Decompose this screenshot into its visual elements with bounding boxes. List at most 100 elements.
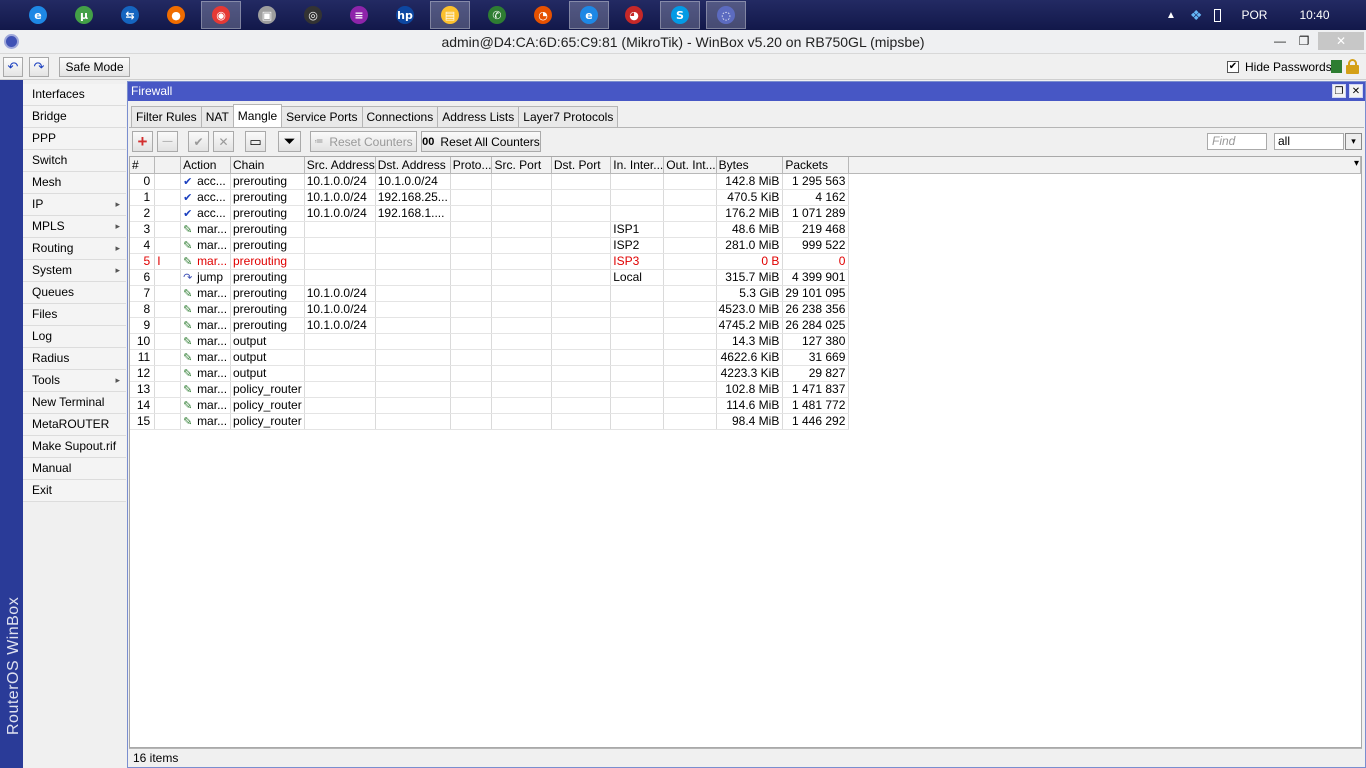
column-header[interactable] (154, 157, 182, 174)
column-header[interactable]: Packets (782, 157, 850, 174)
add-rule-button[interactable]: + (132, 131, 153, 152)
safe-mode-button[interactable]: Safe Mode (59, 57, 130, 77)
firewall-restore-button[interactable]: ❐ (1332, 84, 1346, 98)
find-input[interactable]: Find (1207, 133, 1267, 150)
taskbar-app[interactable]: ◉ (201, 1, 241, 29)
tab-mangle[interactable]: Mangle (232, 104, 283, 127)
enable-rule-button[interactable]: ✔ (188, 131, 209, 152)
menu-item-manual[interactable]: Manual (23, 458, 126, 480)
menu-item-system[interactable]: System ▸ (23, 260, 126, 282)
taskbar-app[interactable]: e (569, 1, 609, 29)
tab-layer7-protocols[interactable]: Layer7 Protocols (518, 106, 619, 127)
menu-item-make-supout-rif[interactable]: Make Supout.rif (23, 436, 126, 458)
column-header[interactable]: Chain (230, 157, 305, 174)
taskbar-app[interactable]: ▤ (430, 1, 470, 29)
menu-item-interfaces[interactable]: Interfaces (23, 84, 126, 106)
taskbar-app[interactable]: ◎ (293, 1, 333, 29)
remove-rule-button[interactable]: — (157, 131, 178, 152)
menu-item-switch[interactable]: Switch (23, 150, 126, 172)
menu-item-routing[interactable]: Routing ▸ (23, 238, 126, 260)
column-header[interactable]: Src. Address (304, 157, 376, 174)
column-header[interactable]: In. Inter... (610, 157, 665, 174)
taskbar-app[interactable]: µ (64, 1, 104, 29)
reset-counters-button[interactable]: ≔ Reset Counters (310, 131, 417, 152)
filter-select-arrow[interactable]: ▾ (1345, 133, 1362, 150)
table-row[interactable]: 13 ✎ mar... policy_router 102.8 MiB 1 471 837 (130, 381, 1361, 398)
taskbar-app[interactable]: ◌ (706, 1, 746, 29)
taskbar-app[interactable]: ◕ (614, 1, 654, 29)
menu-item-queues[interactable]: Queues (23, 282, 126, 304)
menu-item-radius[interactable]: Radius (23, 348, 126, 370)
table-row[interactable]: 5 I ✎ mar... prerouting ISP3 0 B0 (130, 253, 1361, 270)
tray-expand-icon[interactable]: ▲ (1166, 10, 1176, 21)
tab-connections[interactable]: Connections (361, 106, 439, 127)
table-row[interactable]: 1 ✔ acc... prerouting 10.1.0.0/24 192.168.25.… (130, 189, 1361, 206)
filter-button[interactable]: ⏷ (278, 131, 301, 152)
taskbar-app[interactable]: ≡ (339, 1, 379, 29)
menu-item-exit[interactable]: Exit (23, 480, 126, 502)
battery-icon[interactable] (1214, 8, 1222, 22)
column-header[interactable]: Src. Port (491, 157, 552, 174)
taskbar-app[interactable]: ⇆ (110, 1, 150, 29)
table-row[interactable]: 15 ✎ mar... policy_router 98.4 MiB 1 446 292 (130, 413, 1361, 430)
table-row[interactable]: 7 ✎ mar... prerouting 10.1.0.0/24 5.3 GiB 29 1… (130, 285, 1361, 302)
tab-service-ports[interactable]: Service Ports (281, 106, 363, 127)
taskbar-app[interactable]: ◔ (523, 1, 563, 29)
table-row[interactable]: 10 ✎ mar... output 14.3 MiB 127 380 (130, 333, 1361, 350)
table-row[interactable]: 14 ✎ mar... policy_router 114.6 MiB 1 481 772 (130, 397, 1361, 414)
tab-address-lists[interactable]: Address Lists (437, 106, 520, 127)
comment-button[interactable]: ▭ (245, 131, 266, 152)
table-row[interactable]: 6 ↷ jump prerouting Local 315.7 MiB 4 399 901 (130, 269, 1361, 286)
menu-item-bridge[interactable]: Bridge (23, 106, 126, 128)
hide-passwords-checkbox[interactable]: ✔ (1227, 61, 1239, 73)
undo-button[interactable]: ↶ (3, 57, 23, 77)
dropbox-icon[interactable]: ❖ (1190, 7, 1203, 24)
menu-item-new-terminal[interactable]: New Terminal (23, 392, 126, 414)
tab-nat[interactable]: NAT (200, 106, 234, 127)
filter-select[interactable]: all (1274, 133, 1344, 150)
table-row[interactable]: 2 ✔ acc... prerouting 10.1.0.0/24 192.168.1..… (130, 205, 1361, 222)
taskbar-app[interactable]: ✆ (477, 1, 517, 29)
close-button[interactable]: ✕ (1318, 32, 1364, 50)
taskbar-app[interactable]: ● (156, 1, 196, 29)
cell-dst (375, 397, 451, 414)
disable-rule-button[interactable]: ✕ (213, 131, 234, 152)
restore-button[interactable]: ❐ (1295, 32, 1313, 50)
column-header[interactable]: Out. Int... (663, 157, 717, 174)
hide-passwords-toggle[interactable]: ✔ Hide Passwords (1227, 60, 1332, 74)
menu-item-metarouter[interactable]: MetaROUTER (23, 414, 126, 436)
table-row[interactable]: 3 ✎ mar... prerouting ISP1 48.6 MiB 219 468 (130, 221, 1361, 238)
taskbar-app[interactable]: ▣ (247, 1, 287, 29)
taskbar-app[interactable]: hp (385, 1, 425, 29)
table-row[interactable]: 11 ✎ mar... output 4622.6 KiB 31 669 (130, 349, 1361, 366)
menu-item-mesh[interactable]: Mesh (23, 172, 126, 194)
taskbar-app[interactable]: S (660, 1, 700, 29)
column-header[interactable]: Proto... (450, 157, 493, 174)
table-row[interactable]: 8 ✎ mar... prerouting 10.1.0.0/24 4523.0 MiB 2… (130, 301, 1361, 318)
table-row[interactable]: 0 ✔ acc... prerouting 10.1.0.0/24 10.1.0.0/24… (130, 173, 1361, 190)
column-header[interactable]: Dst. Port (551, 157, 612, 174)
menu-item-files[interactable]: Files (23, 304, 126, 326)
tab-filter-rules[interactable]: Filter Rules (131, 106, 202, 127)
firewall-close-button[interactable]: ✕ (1349, 84, 1363, 98)
menu-item-log[interactable]: Log (23, 326, 126, 348)
column-header[interactable]: Dst. Address (375, 157, 451, 174)
column-header[interactable]: # (130, 157, 156, 174)
clock[interactable]: 10:40 (1299, 8, 1329, 22)
cell-sport (491, 365, 552, 382)
menu-item-ip[interactable]: IP ▸ (23, 194, 126, 216)
table-row[interactable]: 4 ✎ mar... prerouting ISP2 281.0 MiB 999 522 (130, 237, 1361, 254)
redo-button[interactable]: ↷ (29, 57, 49, 77)
menu-item-tools[interactable]: Tools ▸ (23, 370, 126, 392)
table-row[interactable]: 12 ✎ mar... output 4223.3 KiB 29 827 (130, 365, 1361, 382)
column-header[interactable]: Bytes (716, 157, 784, 174)
reset-all-counters-button[interactable]: 00 Reset All Counters (421, 131, 541, 152)
column-header[interactable]: Action (180, 157, 231, 174)
taskbar-app[interactable]: e (18, 1, 58, 29)
menu-item-mpls[interactable]: MPLS ▸ (23, 216, 126, 238)
column-menu-arrow[interactable]: ▾ (1354, 158, 1359, 169)
menu-item-ppp[interactable]: PPP (23, 128, 126, 150)
minimize-button[interactable]: — (1271, 32, 1289, 50)
table-row[interactable]: 9 ✎ mar... prerouting 10.1.0.0/24 4745.2 MiB 2… (130, 317, 1361, 334)
language-indicator[interactable]: POR (1241, 8, 1267, 22)
